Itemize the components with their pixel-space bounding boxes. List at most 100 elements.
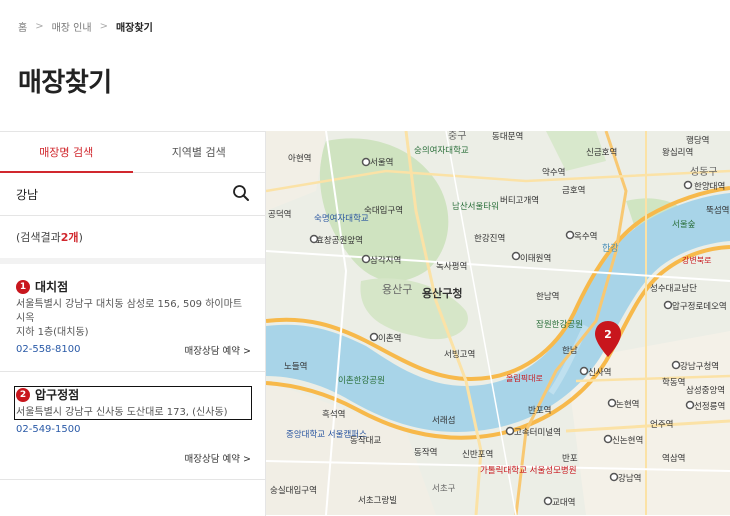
subway-station-icon[interactable] bbox=[663, 300, 673, 310]
map-label: 신사역 bbox=[588, 367, 611, 378]
store-item[interactable]: 2 압구정점 서울특별시 강남구 신사동 도산대로 173, (신사동) 02-… bbox=[0, 372, 265, 480]
map-label: 숭실대입구역 bbox=[270, 485, 317, 496]
subway-station-icon[interactable] bbox=[565, 230, 575, 240]
map-label: 압구정로데오역 bbox=[672, 301, 727, 312]
map-label: 신반포역 bbox=[462, 449, 493, 460]
map-label: 버티고개역 bbox=[500, 195, 539, 206]
map-label: 이태원역 bbox=[520, 253, 551, 264]
map-label: 성수대교남단 bbox=[650, 283, 697, 294]
subway-station-icon[interactable] bbox=[543, 496, 553, 506]
map-label: 금호역 bbox=[562, 185, 585, 196]
map-label: 이촌한강공원 bbox=[338, 375, 385, 386]
tab-region-search[interactable]: 지역별 검색 bbox=[133, 132, 266, 172]
consult-reservation-link[interactable]: 매장상담 예약 > bbox=[185, 451, 251, 465]
map-label: 용산구 bbox=[382, 283, 412, 296]
map-label: 삼성중앙역 bbox=[686, 385, 725, 396]
subway-station-icon[interactable] bbox=[579, 366, 589, 376]
subway-station-icon[interactable] bbox=[683, 180, 693, 190]
map-label: 아현역 bbox=[288, 153, 311, 164]
map-label: 중구 bbox=[448, 131, 466, 142]
map-label: 한강 bbox=[602, 243, 619, 254]
map-label: 흑석역 bbox=[322, 409, 345, 420]
map-label: 강변북로 bbox=[682, 255, 711, 265]
subway-station-icon[interactable] bbox=[505, 426, 515, 436]
chevron-right-icon: > bbox=[99, 21, 108, 32]
map-label: 서울숲 bbox=[672, 220, 696, 230]
store-number-badge: 2 bbox=[16, 387, 30, 402]
subway-station-icon[interactable] bbox=[309, 234, 319, 244]
map-label: 약수역 bbox=[542, 167, 565, 178]
map-label: 노들역 bbox=[284, 361, 307, 372]
map-label: 효창공원앞역 bbox=[316, 235, 363, 246]
subway-station-icon[interactable] bbox=[671, 360, 681, 370]
subway-station-icon[interactable] bbox=[511, 251, 521, 261]
subway-station-icon[interactable] bbox=[361, 157, 371, 167]
map-label: 왕십리역 bbox=[662, 147, 693, 158]
search-button[interactable] bbox=[231, 184, 251, 204]
map-label: 서울역 bbox=[370, 157, 393, 168]
chevron-right-icon: > bbox=[35, 21, 44, 32]
map-label: 서래섬 bbox=[432, 415, 455, 426]
subway-station-icon[interactable] bbox=[607, 398, 617, 408]
subway-station-icon[interactable] bbox=[609, 472, 619, 482]
store-map[interactable]: 아현역 서울역 숭의여자대학교 숙대입구역 남산서울타워 효창공원앞역 공덕역 … bbox=[266, 131, 730, 515]
map-label: 강남역 bbox=[618, 473, 641, 484]
map-canvas[interactable]: 아현역 서울역 숭의여자대학교 숙대입구역 남산서울타워 효창공원앞역 공덕역 … bbox=[266, 131, 730, 515]
breadcrumb-current: 매장찾기 bbox=[115, 23, 153, 34]
store-name: 압구정점 bbox=[35, 388, 80, 402]
map-label: 가톨릭대학교 서울성모병원 bbox=[480, 465, 577, 476]
map-label: 한양대역 bbox=[694, 181, 725, 192]
map-label: 서초구 bbox=[432, 484, 456, 494]
map-label: 신금호역 bbox=[586, 147, 617, 158]
map-label: 학동역 bbox=[662, 377, 685, 388]
map-label: 공덕역 bbox=[268, 209, 291, 220]
map-label: 고속터미널역 bbox=[514, 427, 561, 438]
store-name: 대치점 bbox=[35, 280, 69, 294]
store-item[interactable]: 1 대치점 서울특별시 강남구 대치동 삼성로 156, 509 하이마트시옥 … bbox=[0, 264, 265, 372]
map-label: 선정릉역 bbox=[694, 401, 725, 412]
tab-name-search[interactable]: 매장명 검색 bbox=[0, 132, 133, 173]
map-label: 행당역 bbox=[686, 135, 709, 146]
map-label: 논현역 bbox=[616, 399, 639, 410]
subway-station-icon[interactable] bbox=[685, 400, 695, 410]
map-label: 녹사평역 bbox=[436, 261, 467, 272]
map-label: 이촌역 bbox=[378, 333, 401, 344]
map-label: 언주역 bbox=[650, 419, 673, 430]
store-search-panel: 매장명 검색 지역별 검색 (검색결과 2개) 1 대치점 서울특별시 강남구 … bbox=[0, 131, 266, 516]
map-label: 동대문역 bbox=[492, 131, 523, 142]
map-label: 역삼역 bbox=[662, 453, 685, 464]
search-row bbox=[0, 173, 265, 216]
map-label: 용산구청 bbox=[422, 286, 462, 300]
map-label: 반포 bbox=[562, 453, 578, 464]
search-tabs: 매장명 검색 지역별 검색 bbox=[0, 132, 265, 173]
subway-station-icon[interactable] bbox=[369, 332, 379, 342]
map-label: 성동구 bbox=[690, 166, 718, 178]
map-label: 강남구청역 bbox=[680, 361, 719, 372]
map-label: 한남역 bbox=[536, 291, 559, 302]
map-label: 반포역 bbox=[528, 405, 551, 416]
breadcrumb-parent[interactable]: 매장 인내 bbox=[52, 19, 92, 34]
map-label: 뚝섬역 bbox=[706, 205, 729, 216]
consult-reservation-link[interactable]: 매장상담 예약 > bbox=[185, 343, 251, 357]
store-phone[interactable]: 02-549-1500 bbox=[16, 424, 249, 435]
search-input[interactable] bbox=[16, 187, 231, 201]
map-label: 한강진역 bbox=[474, 233, 505, 244]
subway-station-icon[interactable] bbox=[361, 254, 371, 264]
map-label: 숭의여자대학교 bbox=[414, 145, 469, 156]
map-label: 동작대교 bbox=[350, 435, 381, 446]
search-icon bbox=[233, 185, 249, 201]
page-title: 매장찾기 bbox=[18, 68, 112, 98]
store-address: 서울특별시 강남구 대치동 삼성로 156, 509 하이마트시옥 지하 1층(… bbox=[16, 299, 243, 338]
map-label: 동작역 bbox=[414, 447, 437, 458]
map-label: 숙명여자대학교 bbox=[314, 213, 369, 224]
store-number-badge: 1 bbox=[16, 279, 30, 294]
breadcrumb-home[interactable]: 홈 bbox=[18, 19, 27, 34]
map-label: 서초그랑빌 bbox=[358, 495, 397, 506]
result-count-value: 2개 bbox=[60, 231, 79, 244]
map-label: 남산서울타워 bbox=[452, 201, 499, 212]
map-label: 숙대입구역 bbox=[364, 205, 403, 216]
map-label: 신논현역 bbox=[612, 435, 643, 446]
result-count: (검색결과 2개) bbox=[0, 216, 265, 264]
map-label: 옥수역 bbox=[574, 231, 597, 242]
subway-station-icon[interactable] bbox=[603, 434, 613, 444]
